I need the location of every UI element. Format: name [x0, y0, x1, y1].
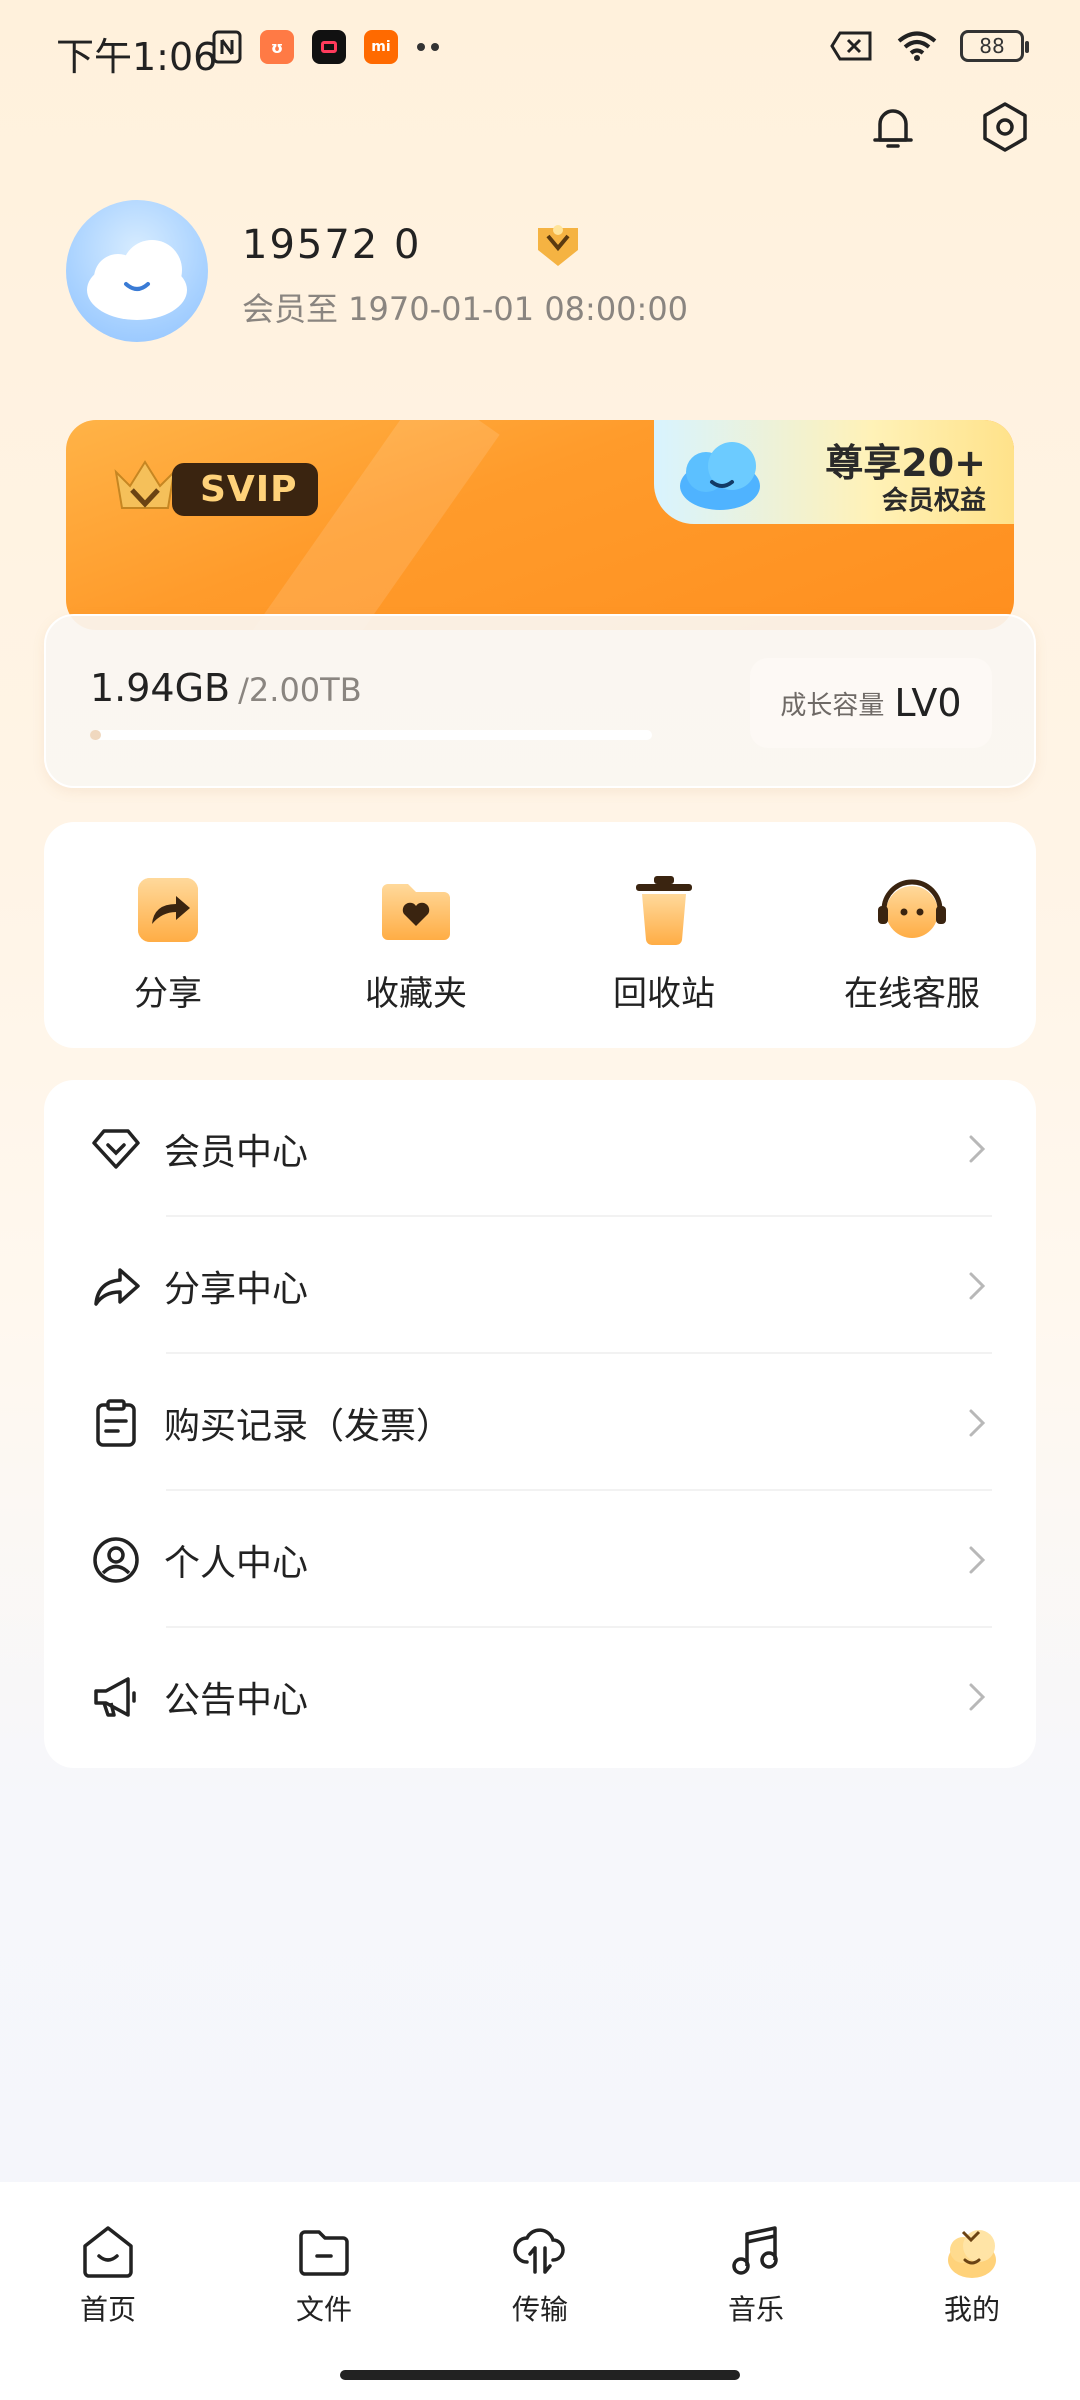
storage-used-text: 1.94GB/2.00TB	[90, 666, 362, 710]
avatar[interactable]	[66, 200, 208, 342]
quick-favorites[interactable]: 收藏夹	[292, 822, 540, 1048]
status-bar: 下午1:06 ʊ mi 88	[0, 0, 1080, 100]
menu-item-personal-center[interactable]: 个人中心	[44, 1491, 1036, 1628]
nav-label: 首页	[79, 2293, 136, 2326]
menu-item-purchase-records[interactable]: 购买记录（发票）	[44, 1354, 1036, 1491]
card-decoration	[242, 420, 500, 630]
music-note-icon	[732, 2226, 778, 2275]
chevron-right-icon	[969, 1546, 986, 1573]
menu-list: 会员中心 分享中心 购买记录（发票） 个人中心 公告中心	[44, 1080, 1036, 1768]
menu-item-announcements[interactable]: 公告中心	[44, 1628, 1036, 1765]
top-actions	[866, 100, 1032, 154]
quick-actions: 分享 收藏夹 回收站 在线客服	[44, 822, 1036, 1048]
quick-label: 回收站	[613, 974, 715, 1014]
storage-progress-bar	[90, 730, 652, 740]
cloud-mascot-icon	[680, 442, 760, 510]
member-expiry: 会员至 1970-01-01 08:00:00	[242, 290, 689, 328]
sim-off-icon	[830, 31, 872, 61]
clipboard-icon	[96, 1398, 136, 1447]
nfc-icon	[212, 30, 242, 64]
storage-progress-fill	[90, 730, 102, 740]
menu-item-share-center[interactable]: 分享中心	[44, 1217, 1036, 1354]
home-icon	[83, 2226, 133, 2278]
menu-label: 个人中心	[164, 1542, 309, 1584]
menu-item-member-center[interactable]: 会员中心	[44, 1080, 1036, 1217]
mascot-avatar-icon	[948, 2230, 996, 2278]
chevron-right-icon	[969, 1135, 986, 1162]
nav-home[interactable]: 首页	[0, 2182, 216, 2400]
storage-used: 1.94GB	[90, 666, 231, 710]
perk-tab[interactable]: 尊享20+ 会员权益	[654, 420, 1014, 524]
status-app-icons: ʊ mi	[212, 30, 442, 64]
quick-label: 在线客服	[844, 974, 980, 1014]
menu-label: 购买记录（发票）	[164, 1405, 453, 1447]
more-dots-icon	[417, 43, 439, 51]
quick-share[interactable]: 分享	[44, 822, 292, 1048]
share-arrow-icon	[138, 878, 198, 942]
quick-customer-service[interactable]: 在线客服	[788, 822, 1036, 1048]
home-indicator[interactable]	[340, 2370, 740, 2380]
growth-label: 成长容量	[780, 690, 885, 721]
quick-label: 收藏夹	[365, 974, 467, 1014]
menu-label: 公告中心	[164, 1679, 309, 1721]
share-icon	[94, 1267, 140, 1306]
menu-label: 分享中心	[164, 1268, 309, 1310]
app-icon-orange: ʊ	[260, 30, 294, 64]
nav-mine[interactable]: 我的	[864, 2182, 1080, 2400]
growth-level: LV0	[894, 681, 962, 725]
svip-badge: SVIP	[172, 462, 318, 516]
nav-label: 文件	[295, 2293, 352, 2326]
chevron-right-icon	[969, 1683, 986, 1710]
wifi-icon	[897, 31, 937, 61]
nav-music[interactable]: 音乐	[648, 2182, 864, 2400]
quick-recycle-bin[interactable]: 回收站	[540, 822, 788, 1048]
recycle-bin-icon	[636, 876, 692, 946]
svip-card[interactable]: SVIP 尊享20+ 会员权益	[66, 420, 1014, 630]
favorites-folder-icon	[382, 884, 450, 940]
chevron-right-icon	[969, 1272, 986, 1299]
nav-label: 音乐	[727, 2293, 784, 2326]
menu-label: 会员中心	[164, 1131, 309, 1173]
battery-icon: 88	[960, 30, 1029, 62]
quick-label: 分享	[134, 974, 202, 1014]
bottom-nav: 首页 文件 传输 音乐 我的	[0, 2182, 1080, 2400]
perk-title: 尊享20+	[825, 441, 986, 485]
megaphone-icon	[94, 1676, 136, 1717]
username: 19572 0	[242, 222, 422, 268]
svip-label: SVIP	[110, 456, 318, 522]
cloud-transfer-icon	[513, 2228, 565, 2274]
storage-total: /2.00TB	[238, 671, 362, 709]
vip-level-badge-icon	[538, 225, 578, 266]
storage-panel[interactable]: 1.94GB/2.00TB 成长容量 LV0	[44, 614, 1036, 788]
cloud-avatar-icon	[87, 240, 187, 320]
status-right-icons: 88	[830, 30, 1029, 62]
nav-files[interactable]: 文件	[216, 2182, 432, 2400]
screen-record-icon	[312, 30, 346, 64]
settings-hexagon-icon[interactable]	[978, 100, 1032, 154]
nav-transfer[interactable]: 传输	[432, 2182, 648, 2400]
chevron-right-icon	[969, 1409, 986, 1436]
crown-icon	[114, 460, 176, 509]
diamond-icon	[92, 1128, 140, 1169]
growth-capacity-button[interactable]: 成长容量 LV0	[750, 658, 992, 748]
user-circle-icon	[93, 1536, 139, 1583]
mi-icon: mi	[364, 30, 398, 64]
bell-icon[interactable]	[866, 100, 920, 154]
perk-subtitle: 会员权益	[881, 486, 986, 516]
customer-service-icon	[878, 879, 946, 938]
status-time: 下午1:06	[56, 35, 218, 79]
folder-icon	[299, 2230, 349, 2276]
nav-label: 我的	[943, 2293, 1000, 2326]
nav-label: 传输	[511, 2293, 568, 2326]
